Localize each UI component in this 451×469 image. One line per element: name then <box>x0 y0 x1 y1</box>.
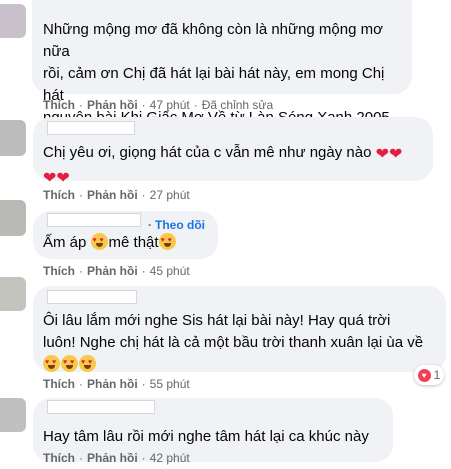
comment-actions: Thích · Phản hồi · 45 phút <box>43 264 190 278</box>
heart-eyes-emoji-icon: ♥ ♥ <box>61 355 78 372</box>
reply-button[interactable]: Phản hồi <box>87 188 138 202</box>
comment-actions: Thích · Phản hồi · 27 phút <box>43 188 190 202</box>
like-button[interactable]: Thích <box>43 264 75 278</box>
heart-eyes-emoji-icon: ♥ ♥ <box>43 355 60 372</box>
comment-actions: Thích · Phản hồi · 47 phút · Đã chỉnh sử… <box>43 98 274 112</box>
comment-time[interactable]: 55 phút <box>150 377 190 391</box>
comment-time[interactable]: 27 phút <box>150 188 190 202</box>
reply-button[interactable]: Phản hồi <box>87 264 138 278</box>
reply-button[interactable]: Phản hồi <box>87 98 138 112</box>
follow-link[interactable]: · Theo dõi <box>148 218 205 232</box>
love-reaction-icon: ♥ <box>417 368 431 382</box>
avatar[interactable] <box>0 398 26 432</box>
comment-text: Chị yêu ơi, giọng hát của c vẫn mê như n… <box>43 142 428 190</box>
comment-time[interactable]: 42 phút <box>150 451 190 465</box>
like-button[interactable]: Thích <box>43 377 75 391</box>
edited-label[interactable]: Đã chỉnh sửa <box>202 98 273 112</box>
reaction-count: 1 <box>433 368 441 382</box>
comment-text: Những mộng mơ đã không còn là những mộng… <box>43 21 390 126</box>
smiling-hearts-emoji-icon: ♥ ♥ <box>90 233 108 250</box>
smiling-hearts-emoji-icon: ♥ ♥ <box>158 233 176 250</box>
avatar[interactable] <box>0 4 26 38</box>
reaction-summary[interactable]: ♥ 1 <box>414 365 444 385</box>
commenter-name-redacted[interactable] <box>47 400 155 414</box>
comment-text: Ấm áp ♥ ♥ mê thật ♥ ♥ <box>43 232 213 254</box>
like-button[interactable]: Thích <box>43 451 75 465</box>
commenter-name-redacted[interactable] <box>47 121 135 135</box>
reply-button[interactable]: Phản hồi <box>87 451 138 465</box>
comment-text: Ôi lâu lắm mới nghe Sis hát lại bài này!… <box>43 310 443 376</box>
heart-eyes-emoji-icon: ♥ ♥ <box>79 355 96 372</box>
comment-actions: Thích · Phản hồi · 55 phút <box>43 377 190 391</box>
like-button[interactable]: Thích <box>43 98 75 112</box>
comment-text: Hay tâm lâu rồi mới nghe tâm hát lại ca … <box>43 428 369 445</box>
like-button[interactable]: Thích <box>43 188 75 202</box>
avatar[interactable] <box>0 200 26 236</box>
reply-button[interactable]: Phản hồi <box>87 377 138 391</box>
commenter-name-redacted[interactable] <box>47 213 141 227</box>
avatar[interactable] <box>0 277 26 311</box>
avatar[interactable] <box>0 120 26 156</box>
heart-icon: ❤❤ <box>43 170 70 187</box>
comment-actions: Thích · Phản hồi · 42 phút <box>43 451 190 465</box>
commenter-name-redacted[interactable] <box>47 290 137 304</box>
heart-icon: ❤❤ <box>375 146 403 163</box>
comment-time[interactable]: 47 phút <box>150 98 190 112</box>
comment-time[interactable]: 45 phút <box>150 264 190 278</box>
